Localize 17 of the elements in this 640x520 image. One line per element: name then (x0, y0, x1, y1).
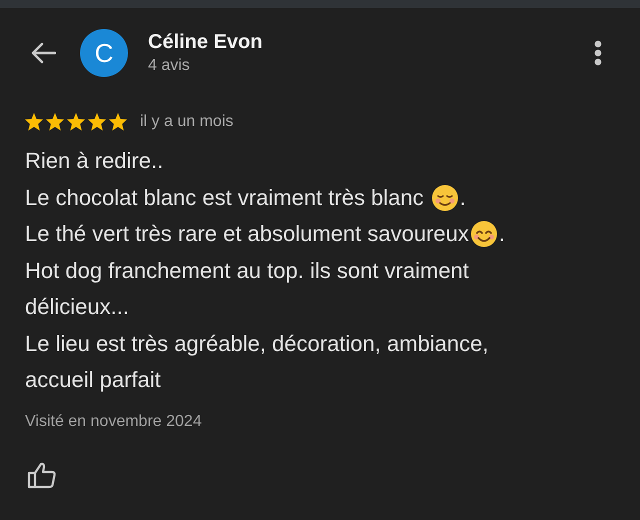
smiling-face-icon (430, 184, 459, 212)
thumbs-up-icon[interactable] (27, 460, 57, 488)
back-arrow-icon[interactable] (30, 42, 56, 64)
smiling-face-icon (470, 220, 498, 248)
visit-date: Visité en novembre 2024 (24, 412, 203, 430)
review-text: . (460, 184, 466, 212)
reviewer-name: Céline Evon (148, 31, 264, 54)
review-text: Hot dog franchement au top. ils sont vraiment délicieux... (25, 256, 470, 321)
review-text: Le thé vert très rare et absolument savoureux (25, 220, 469, 248)
avatar: C (80, 29, 128, 77)
more-options-icon[interactable] (594, 40, 602, 66)
review-count: 4 avis (148, 57, 191, 75)
review-text: Le lieu est très agréable, décoration, ambiance, accueil parfait (25, 330, 490, 394)
review-text: Rien à redire.. (25, 147, 164, 175)
review-text: Le chocolat blanc est vraiment très blanc (25, 184, 425, 212)
review-time: il y a un mois (140, 112, 234, 130)
review-text: . (498, 220, 506, 248)
